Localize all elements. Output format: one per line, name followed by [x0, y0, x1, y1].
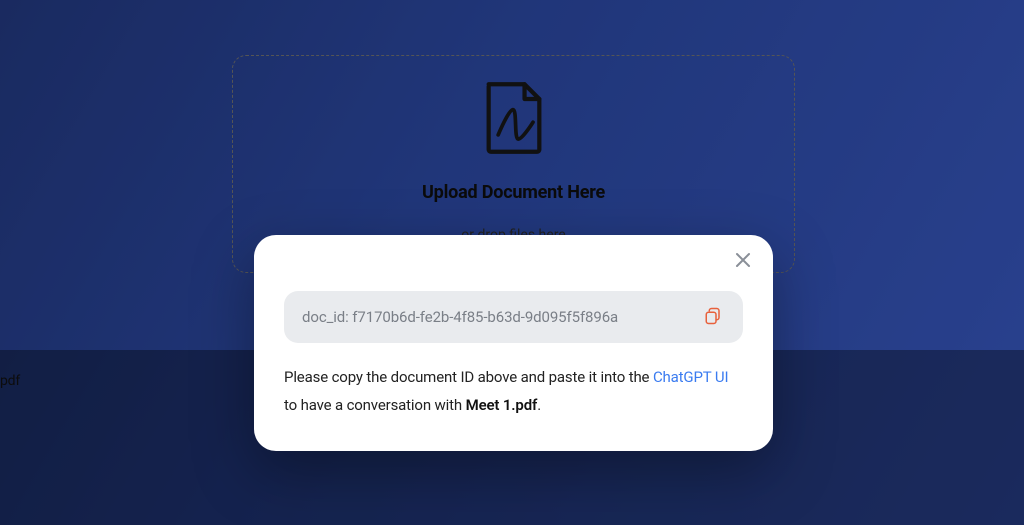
instruction-text: Please copy the document ID above and pa…: [284, 363, 743, 419]
pdf-file-icon: [480, 80, 548, 160]
filename-label: Meet 1.pdf: [466, 396, 538, 414]
doc-id-modal: doc_id: f7170b6d-fe2b-4f85-b63d-9d095f5f…: [254, 235, 773, 451]
close-button[interactable]: [731, 249, 755, 273]
upload-title: Upload Document Here: [422, 182, 605, 203]
doc-id-value: doc_id: f7170b6d-fe2b-4f85-b63d-9d095f5f…: [302, 308, 618, 326]
copy-icon: [704, 307, 722, 328]
close-icon: [735, 252, 751, 271]
instruction-suffix: .: [537, 396, 541, 414]
chatgpt-ui-link[interactable]: ChatGPT UI: [653, 368, 728, 386]
copy-button[interactable]: [701, 305, 725, 329]
instruction-prefix: Please copy the document ID above and pa…: [284, 368, 653, 386]
instruction-middle: to have a conversation with: [284, 396, 466, 414]
doc-id-field: doc_id: f7170b6d-fe2b-4f85-b63d-9d095f5f…: [284, 291, 743, 343]
